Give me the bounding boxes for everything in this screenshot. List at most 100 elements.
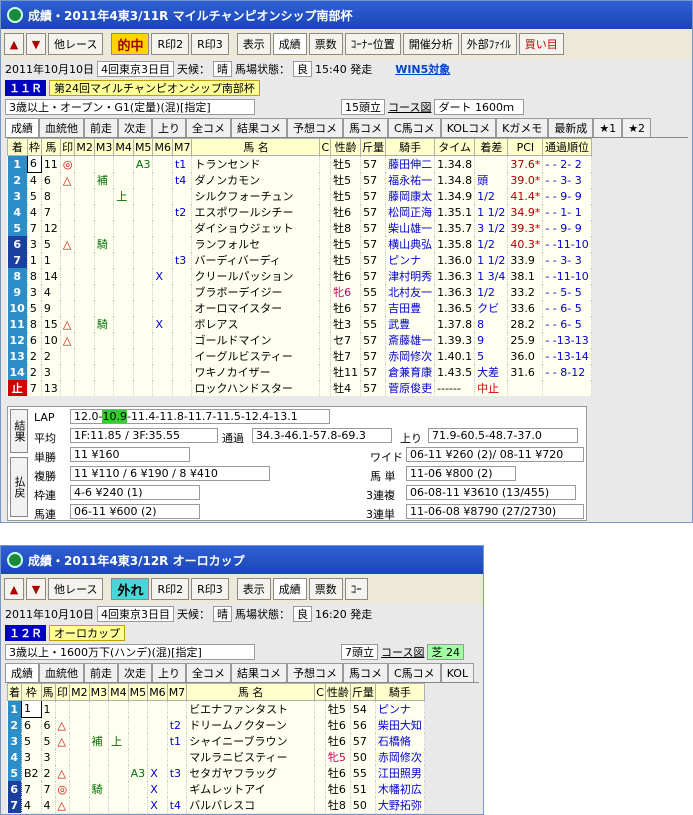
column-header[interactable]: 騎手 xyxy=(374,683,425,701)
table-row[interactable]: 10 5 9 オーロマイスター 牡6 57 吉田豊 1.36.5 クビ 33.6- - 6- 5 xyxy=(7,300,592,316)
table-row[interactable]: 11 8 15 △ 騎 X ボレアス 牡3 55 武豊 1.37.8 8 28.2- - 6- 5 xyxy=(7,316,592,332)
column-header[interactable]: M4 xyxy=(108,683,129,701)
column-header[interactable]: 性齢 xyxy=(324,683,351,701)
column-header[interactable]: 馬 名 xyxy=(191,138,321,156)
column-header[interactable]: タイム xyxy=(434,138,476,156)
table-row[interactable]: 13 2 2 イーグルビスティー 牡7 57 赤岡修次 1.40.1 5 36.0- -13-14 xyxy=(7,348,592,364)
column-header[interactable]: 枠 xyxy=(26,138,42,156)
table-row[interactable]: 2 4 6 △ 補 t4 ダノンカモン 牡5 57 福永祐一 1.34.8 頭 39.0* - - 3- … xyxy=(7,172,592,188)
external-file-button[interactable]: 外部ﾌｧｲﾙ xyxy=(460,33,517,55)
tab-11[interactable]: Kガメモ xyxy=(496,118,549,137)
other-race-button[interactable]: 他レース xyxy=(48,578,104,600)
tab-1[interactable]: 血統他 xyxy=(39,663,84,682)
tab-9[interactable]: C馬コメ xyxy=(388,118,441,137)
table-row[interactable]: 7 4 4 △ Xt4 バルバレスコ 牡8 50 大野拓弥 xyxy=(7,797,425,813)
tab-13[interactable]: ★1 xyxy=(593,118,623,137)
down-arrow-button[interactable]: ▼ xyxy=(26,33,46,55)
up-arrow-button[interactable]: ▲ xyxy=(4,33,24,55)
column-header[interactable]: 通過順位 xyxy=(542,138,592,156)
tab-8[interactable]: 馬コメ xyxy=(343,118,388,137)
tab-12[interactable]: 最新成 xyxy=(548,118,594,137)
tab-2[interactable]: 前走 xyxy=(84,118,118,137)
analysis-button[interactable]: 開催分析 xyxy=(402,33,459,55)
column-header[interactable]: M7 xyxy=(166,683,188,701)
course-map-link[interactable]: コース図 xyxy=(388,99,431,115)
table-row[interactable]: 3 5 5 △ 補上 t1 シャイニーブラウン 牡6 57 石橋脩 xyxy=(7,733,425,749)
tab-6[interactable]: 結果コメ xyxy=(231,118,287,137)
table-row[interactable]: 5 7 12 ダイショウジェット 牡8 57 柴山雄一 1.35.7 3 1/2 39.3* - -… xyxy=(7,220,592,236)
column-header[interactable]: 馬 名 xyxy=(186,683,316,701)
column-header[interactable]: 馬 xyxy=(40,683,56,701)
corner-button[interactable]: ｺｰﾅｰ位置 xyxy=(344,33,401,55)
course-map-link[interactable]: コース図 xyxy=(381,644,424,660)
table-row[interactable]: 2 6 6 △ t2 ドリームノクターン 牡6 56 柴田大知 xyxy=(7,717,425,733)
table-row[interactable]: 5 B2 2 △ A3 Xt3 セタガヤフラッグ 牡6 55 江田照男 xyxy=(7,765,425,781)
column-header[interactable]: 枠 xyxy=(21,683,42,701)
table-row[interactable]: 9 3 4 ブラボーデイジー 牝6 55 北村友一 1.36.3 1/2 33.2- - 5- 5 xyxy=(7,284,592,300)
view-button[interactable]: 表示 xyxy=(236,33,271,55)
tab-0[interactable]: 成績 xyxy=(5,663,39,682)
win5-link[interactable]: WIN5対象 xyxy=(395,61,450,77)
tab-0[interactable]: 成績 xyxy=(5,118,39,137)
r-print3-button[interactable]: R印3 xyxy=(191,578,229,600)
table-row[interactable]: 8 8 14 X クリールパッション 牡6 57 津村明秀 1.36.3 1 3/4 38.1- -… xyxy=(7,268,592,284)
table-row[interactable]: 3 5 8 上 シルクフォーチュン 牡5 57 藤岡康太 1.34.9 1/2 41.4* - - 9… xyxy=(7,188,592,204)
tab-1[interactable]: 血統他 xyxy=(39,118,84,137)
column-header[interactable]: 印 xyxy=(59,138,76,156)
votes-button[interactable]: 票数 xyxy=(308,578,343,600)
column-header[interactable]: M3 xyxy=(88,683,110,701)
table-row[interactable]: 止 7 13 ロックハンドスター 牡4 57 菅原俊吏 ------ 中止 xyxy=(7,380,592,396)
seiseki-button[interactable]: 成績 xyxy=(272,33,307,55)
tab-2[interactable]: 前走 xyxy=(84,663,118,682)
table-row[interactable]: 12 6 10 △ ゴールドマイン セ7 57 斎藤雄一 1.39.3 9 25.9- -13-13 xyxy=(7,332,592,348)
tab-7[interactable]: 予想コメ xyxy=(287,118,343,137)
column-header[interactable]: 印 xyxy=(54,683,71,701)
table-row[interactable]: 4 3 3 マルラニビスティー 牝5 50 赤岡修次 xyxy=(7,749,425,765)
table-row[interactable]: 6 7 7 ◎ 騎 X ギムレットアイ 牡6 51 木幡初広 xyxy=(7,781,425,797)
column-header[interactable]: M2 xyxy=(69,683,90,701)
column-header[interactable]: 着 xyxy=(7,683,22,701)
seiseki-button[interactable]: 成績 xyxy=(272,578,307,600)
buy-button[interactable]: 買い目 xyxy=(518,33,564,55)
table-row[interactable]: 14 2 3 ワキノカイザー 牡11 57 倉兼育康 1.43.5 大差 31.6- - 8-12 xyxy=(7,364,592,380)
r-print2-button[interactable]: R印2 xyxy=(151,33,190,55)
view-button[interactable]: 表示 xyxy=(236,578,271,600)
column-header[interactable]: 馬 xyxy=(40,138,61,156)
column-header[interactable]: M4 xyxy=(113,138,134,156)
tab-5[interactable]: 全コメ xyxy=(186,118,231,137)
table-row[interactable]: 6 3 5 △ 騎 ランフォルセ 牡5 57 横山典弘 1.35.8 1/2 40.3* - -11-1… xyxy=(7,236,592,252)
other-race-button[interactable]: 他レース xyxy=(48,33,104,55)
tab-10[interactable]: KOLコメ xyxy=(440,118,497,137)
column-header[interactable]: 着 xyxy=(7,138,28,156)
column-header[interactable]: PCI xyxy=(507,138,544,156)
tab-5[interactable]: 全コメ xyxy=(186,663,231,682)
column-header[interactable]: M6 xyxy=(152,138,173,156)
column-header[interactable]: C xyxy=(314,683,326,701)
tab-8[interactable]: 馬コメ xyxy=(343,663,388,682)
tab-4[interactable]: 上り xyxy=(152,663,186,682)
tab-3[interactable]: 次走 xyxy=(118,118,152,137)
tab-3[interactable]: 次走 xyxy=(118,663,152,682)
column-header[interactable]: 着差 xyxy=(474,138,509,156)
column-header[interactable]: M6 xyxy=(147,683,168,701)
column-header[interactable]: C xyxy=(319,138,332,156)
corner-button[interactable]: ｺｰ xyxy=(344,578,368,600)
up-arrow-button[interactable]: ▲ xyxy=(4,578,24,600)
column-header[interactable]: 斤量 xyxy=(360,138,387,156)
column-header[interactable]: 性齢 xyxy=(330,138,362,156)
votes-button[interactable]: 票数 xyxy=(308,33,343,55)
r-print2-button[interactable]: R印2 xyxy=(151,578,190,600)
tab-14[interactable]: ★2 xyxy=(622,118,652,137)
table-row[interactable]: 7 1 1 t3 バーディバーディ 牡5 57 ピンナ 1.36.0 1 1/2 33.9- - 3… xyxy=(7,252,592,268)
column-header[interactable]: 斤量 xyxy=(349,683,376,701)
r-print3-button[interactable]: R印3 xyxy=(191,33,229,55)
tab-9[interactable]: C馬コメ xyxy=(388,663,441,682)
column-header[interactable]: M5 xyxy=(127,683,149,701)
column-header[interactable]: M5 xyxy=(132,138,154,156)
table-row[interactable]: 1 1 1 ビエナファンタスト 牡5 54 ピンナ xyxy=(7,700,425,718)
tab-10[interactable]: KOL xyxy=(440,663,475,682)
column-header[interactable]: 騎手 xyxy=(385,138,436,156)
table-row[interactable]: 1 6 11 ◎ A3 t1 トランセンド 牡5 57 藤田伸二 1.34.8 37.6* - - 2-… xyxy=(7,155,592,173)
column-header[interactable]: M3 xyxy=(93,138,115,156)
tab-7[interactable]: 予想コメ xyxy=(287,663,343,682)
